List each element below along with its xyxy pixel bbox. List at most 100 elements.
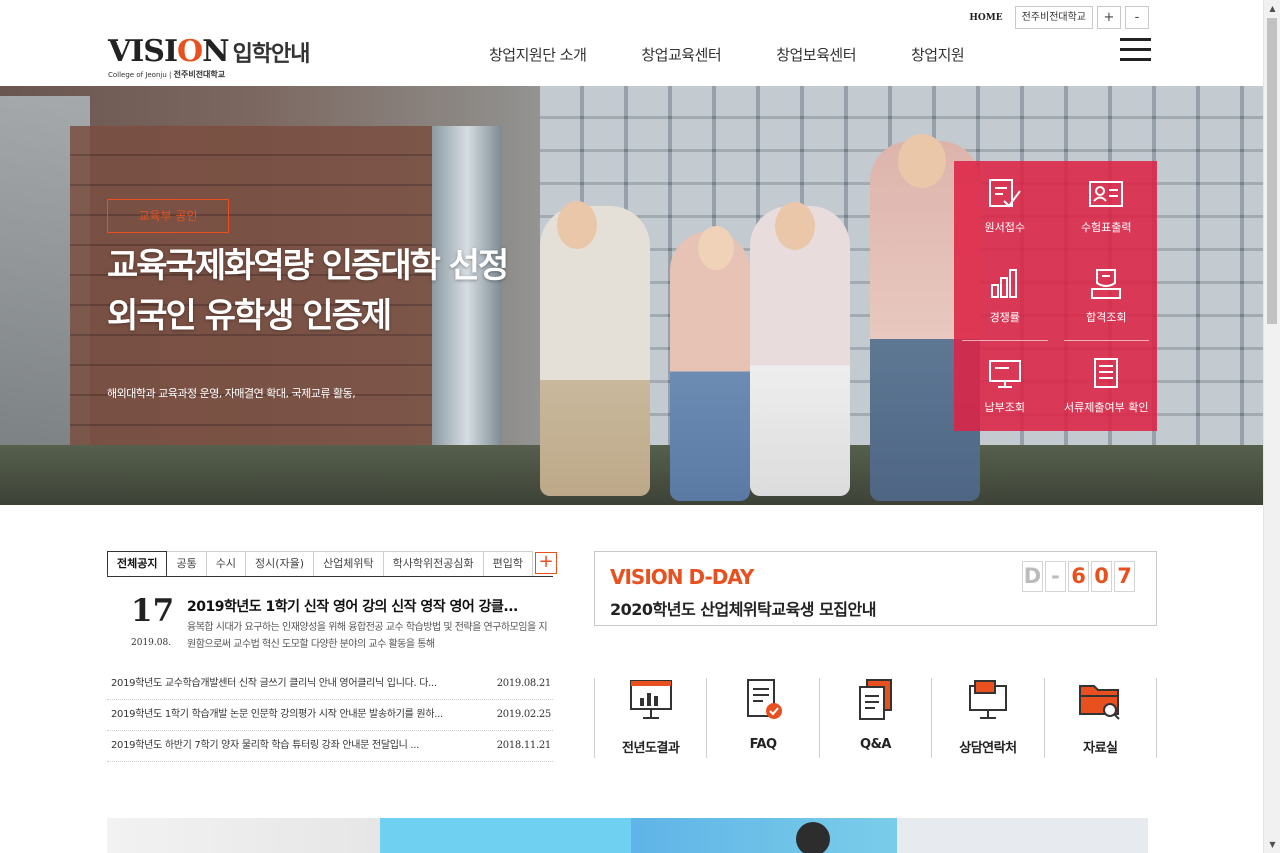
scroll-up-icon[interactable]: ▲ <box>1264 0 1280 17</box>
logo-korean-text: 입학안내 <box>232 42 311 67</box>
computer-chat-icon <box>968 680 1007 719</box>
dday-label: VISION D-DAY <box>610 565 754 589</box>
quick-label: 합격조회 <box>1086 311 1127 324</box>
link-contact[interactable]: 상담연락처 <box>931 678 1043 758</box>
hamburger-menu-icon[interactable] <box>1120 38 1151 62</box>
bottom-banner[interactable] <box>631 818 897 853</box>
list-item[interactable]: 2019학년도 1학기 학습개발 논문 인문학 강의평가 시작 안내문 발송하기… <box>107 700 553 731</box>
hero-photo-head <box>698 226 734 270</box>
dday-digit: 0 <box>1091 561 1112 592</box>
quick-apply-button[interactable]: 원서접수 <box>954 161 1056 251</box>
quick-ticket-button[interactable]: 수험표출력 <box>1056 161 1158 251</box>
quick-payment-button[interactable]: 납부조회 <box>954 341 1056 431</box>
dday-box[interactable]: VISION D-DAY 2020학년도 산업체위탁교육생 모집안내 D - 6… <box>594 551 1157 626</box>
utility-bar: HOME 전주비전대학교 + - <box>969 6 1149 29</box>
hero-title: 교육국제화역량 인증대학 선정 외국인 유학생 인증제 <box>107 246 509 336</box>
tab-bachelor[interactable]: 학사학위전공심화 <box>383 551 484 577</box>
nav-item-intro[interactable]: 창업지원단 소개 <box>489 44 587 65</box>
document-icon <box>1094 358 1119 388</box>
list-item[interactable]: 2019학년도 교수학습개발센터 신작 글쓰기 클리닉 안내 영어클리닉 입니다… <box>107 669 553 700</box>
logo-subtitle: College of Jeonju | 전주비전대학교 <box>108 70 226 79</box>
link-label: 전년도결과 <box>622 741 680 756</box>
main-navigation: 창업지원단 소개 창업교육센터 창업보육센터 창업지원 <box>489 44 1019 65</box>
quick-menu: 원서접수 수험표출력 경쟁률 합격조회 납부조회 서류제출여부 확인 <box>954 161 1157 431</box>
home-link[interactable]: HOME <box>969 13 1002 23</box>
quick-links: 전년도결과 FAQ Q&A 상담연락처 자료실 <box>594 678 1158 758</box>
link-faq[interactable]: FAQ <box>706 678 818 758</box>
nav-item-education-center[interactable]: 창업교육센터 <box>641 44 721 65</box>
site-logo[interactable]: VISION 입학안내 College of Jeonju | 전주비전대학교 <box>108 34 311 80</box>
quick-label: 원서접수 <box>984 221 1025 234</box>
presentation-chart-icon <box>629 680 672 719</box>
hero-photo-student <box>670 231 750 501</box>
notice-date: 2019.02.25 <box>496 709 552 720</box>
link-label: FAQ <box>749 737 778 752</box>
link-label: 자료실 <box>1083 741 1118 756</box>
link-label: Q&A <box>860 737 891 752</box>
nav-item-incubation-center[interactable]: 창업보육센터 <box>776 44 856 65</box>
quick-label: 서류제출여부 확인 <box>1064 401 1149 414</box>
quick-label: 납부조회 <box>984 401 1025 414</box>
link-qna[interactable]: Q&A <box>818 678 931 758</box>
notice-date: 2018.11.21 <box>496 740 552 751</box>
tab-industry[interactable]: 산업체위탁 <box>314 551 384 577</box>
quick-document-button[interactable]: 서류제출여부 확인 <box>1056 341 1158 431</box>
list-item[interactable]: 2019학년도 하반기 7학기 양자 물리학 학습 튜터링 강좌 안내문 전달입… <box>107 731 553 762</box>
banner-photo-head <box>796 822 830 853</box>
feature-day: 17 <box>131 593 175 629</box>
tab-transfer[interactable]: 편입학 <box>483 551 534 577</box>
feature-month: 2019.08. <box>131 638 172 648</box>
notice-list: 2019학년도 교수학습개발센터 신작 글쓰기 클리닉 안내 영어클리닉 입니다… <box>107 669 553 762</box>
tab-all[interactable]: 전체공지 <box>107 551 168 577</box>
bottom-banner[interactable] <box>107 818 380 853</box>
pencil-doc-icon <box>988 179 1021 208</box>
zoom-out-button[interactable]: - <box>1125 6 1149 29</box>
dday-digit: 6 <box>1068 561 1089 592</box>
feature-title[interactable]: 2019학년도 1학기 신작 영어 강의 신작 영작 영어 강클... <box>187 596 539 616</box>
dday-char: - <box>1045 561 1066 592</box>
tab-early[interactable]: 수시 <box>206 551 246 577</box>
hero-photo-student <box>540 206 650 496</box>
logo-vision-text: VISION <box>108 34 230 69</box>
notice-more-button[interactable]: + <box>535 552 558 574</box>
notice-title[interactable]: 2019학년도 1학기 학습개발 논문 인문학 강의평가 시작 안내문 발송하기… <box>107 700 477 730</box>
scroll-down-icon[interactable]: ▼ <box>1264 836 1280 853</box>
university-link[interactable]: 전주비전대학교 <box>1014 6 1093 29</box>
scrollbar-thumb[interactable] <box>1267 18 1277 324</box>
id-card-icon <box>1089 181 1124 207</box>
hero-photo-student <box>750 206 850 496</box>
notice-title[interactable]: 2019학년도 하반기 7학기 양자 물리학 학습 튜터링 강좌 안내문 전달입… <box>107 731 477 761</box>
notice-tabs: 전체공지 공통 수시 정시(자율) 산업체위탁 학사학위전공심화 편입학 + <box>107 551 558 577</box>
dday-subtitle: 2020학년도 산업체위탁교육생 모집안내 <box>610 600 876 619</box>
checklist-icon <box>747 679 783 719</box>
page-scrollbar[interactable]: ▲ ▼ <box>1263 0 1280 853</box>
dday-digit: 7 <box>1114 561 1135 592</box>
quick-label: 수험표출력 <box>1080 221 1132 234</box>
tab-common[interactable]: 공통 <box>167 551 207 577</box>
documents-icon <box>858 679 892 720</box>
tab-regular[interactable]: 정시(자율) <box>245 551 315 577</box>
dday-char: D <box>1022 561 1043 592</box>
zoom-in-button[interactable]: + <box>1097 6 1121 29</box>
notice-title[interactable]: 2019학년도 교수학습개발센터 신작 글쓰기 클리닉 안내 영어클리닉 입니다… <box>107 669 477 699</box>
quick-label: 경쟁률 <box>989 311 1020 324</box>
hero-description: 해외대학과 교육과정 운영, 자매결연 확대, 국제교류 활동, <box>107 387 356 400</box>
hero-badge: 교육부 공인 <box>107 199 229 233</box>
bottom-banner[interactable] <box>897 818 1148 853</box>
quick-result-button[interactable]: 합격조회 <box>1056 251 1158 341</box>
link-last-year-results[interactable]: 전년도결과 <box>594 678 706 758</box>
feature-description: 융복합 시대가 요구하는 인재양성을 위해 융합전공 교수 학습방법 및 전략을… <box>187 622 548 650</box>
hero-banner: 교육부 공인 교육국제화역량 인증대학 선정 외국인 유학생 인증제 해외대학과… <box>0 86 1263 505</box>
link-archive[interactable]: 자료실 <box>1043 678 1158 758</box>
nav-item-support[interactable]: 창업지원 <box>911 44 965 65</box>
tab-divider <box>107 576 553 577</box>
bar-chart-icon <box>990 269 1017 298</box>
bottom-banner[interactable] <box>380 818 631 853</box>
certificate-icon <box>1091 269 1122 299</box>
monitor-icon <box>988 360 1021 388</box>
hero-photo-head <box>898 134 946 188</box>
folder-search-icon <box>1079 685 1121 720</box>
quick-rate-button[interactable]: 경쟁률 <box>954 251 1056 341</box>
hero-photo-head <box>775 202 815 250</box>
link-label: 상담연락처 <box>959 741 1017 756</box>
